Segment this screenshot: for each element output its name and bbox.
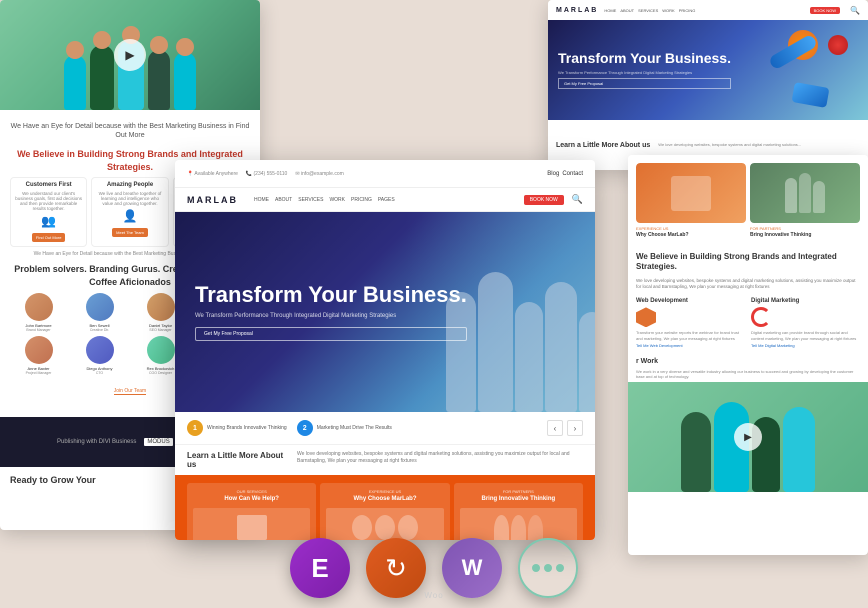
tr-book-btn[interactable]: BOOK NOW <box>810 7 840 14</box>
team-member-2: Ben Sewell Creative Dir. <box>71 293 128 332</box>
right-services: Web Development Transform your website r… <box>628 294 868 351</box>
tr-about-text: We love developing websites, bespoke sys… <box>658 142 801 147</box>
tr-search-icon[interactable]: 🔍 <box>850 6 860 15</box>
tr-hero-subtitle: We Transform Performance Through Integra… <box>558 70 731 75</box>
center-hero: Transform Your Business. We Transform Pe… <box>175 212 595 412</box>
tr-nav: MARLAB HOME ABOUT SERVICES WORK PRICING … <box>548 0 868 20</box>
dot-3 <box>556 564 564 572</box>
center-hero-btn[interactable]: Get My Free Proposal <box>195 327 467 341</box>
customers-icon: 👥 <box>15 214 82 228</box>
elementor-icon[interactable]: E <box>290 538 350 598</box>
people-icon: 👤 <box>96 209 163 223</box>
center-about: Learn a Little More About us We love dev… <box>175 445 595 475</box>
screenshot-top-right: MARLAB HOME ABOUT SERVICES WORK PRICING … <box>548 0 868 170</box>
dec-blue-rect <box>792 82 830 108</box>
team-member-5: Anne Baxter Project Manager <box>10 336 67 375</box>
screenshot-center: 📍 Available Anywhere 📞 (234) 555-0110 ✉ … <box>175 160 595 540</box>
left-hero-image: ▶ <box>0 0 260 110</box>
right-section-title: We Believe in Building Strong Brands and… <box>628 246 868 276</box>
center-numbers: 1 Winning Brands Innovative Thinking 2 M… <box>175 412 595 445</box>
tr-logo: MARLAB <box>556 7 598 14</box>
right-webdev: Web Development Transform your website r… <box>636 298 745 347</box>
find-out-more-btn[interactable]: Find Out More <box>32 233 66 242</box>
woo-label: Woo <box>424 591 443 600</box>
center-nav-links: HOME ABOUT SERVICES WORK PRICING PAGES <box>254 197 395 203</box>
right-play-btn[interactable]: ▶ <box>734 423 762 451</box>
team-member-6: Diego Anthony CTO <box>71 336 128 375</box>
num-item-2: 2 Marketing Must Drive The Results <box>297 420 392 436</box>
join-team-link[interactable]: Join Our Team <box>114 388 146 395</box>
footer-publishing-text: Publishing with DIVI Business <box>57 439 136 445</box>
team-member-1: John Bartmore Brand Manager <box>10 293 67 332</box>
left-card-customers: Customers First We understand our client… <box>10 177 87 247</box>
play-button[interactable]: ▶ <box>114 39 146 71</box>
tr-hero: Transform Your Business. We Transform Pe… <box>548 20 868 120</box>
tr-nav-links: HOME ABOUT SERVICES WORK PRICING <box>604 8 695 13</box>
center-about-title: Learn a Little More About us <box>187 451 287 469</box>
center-about-text: We love developing websites, bespoke sys… <box>297 451 583 465</box>
meet-team-btn[interactable]: Meet The Team <box>112 228 148 237</box>
right-card-1: EXPERIENCE US Why Choose MarLab? <box>636 163 746 238</box>
next-arrow[interactable]: › <box>567 420 583 436</box>
tr-decorations <box>768 30 848 110</box>
center-hero-subtitle: We Transform Performance Through Integra… <box>195 313 467 319</box>
dec-red-circle <box>828 35 848 55</box>
dots-container <box>532 564 564 572</box>
dot-2 <box>544 564 552 572</box>
left-card-people: Amazing People We live and breathe toget… <box>91 177 168 247</box>
update-symbol: ↻ <box>385 553 407 584</box>
more-icon[interactable] <box>518 538 578 598</box>
digmkt-link[interactable]: Tell Me Digital Marketing <box>751 343 860 348</box>
right-section-text: We love developing websites, bespoke sys… <box>628 276 868 295</box>
right-hero-image: ▶ <box>628 382 868 492</box>
center-logo: MARLAB <box>187 195 238 205</box>
center-search-icon[interactable]: 🔍 <box>572 194 583 205</box>
update-icon[interactable]: ↻ <box>366 538 426 598</box>
footer-logo: MODUS <box>144 438 172 445</box>
num-item-1: 1 Winning Brands Innovative Thinking <box>187 420 287 436</box>
center-book-btn[interactable]: BOOK NOW <box>524 195 564 205</box>
dot-1 <box>532 564 540 572</box>
center-main-nav: MARLAB HOME ABOUT SERVICES WORK PRICING … <box>175 188 595 212</box>
tr-about-title: Learn a Little More About us <box>556 142 650 149</box>
center-social-links: Blog Contact <box>547 171 583 177</box>
tr-hero-title: Transform Your Business. <box>558 51 731 66</box>
webdev-link[interactable]: Tell Me Web Development <box>636 343 745 348</box>
woo-icon[interactable]: W <box>442 538 502 598</box>
canvas: ▶ We Have an Eye for Detail because with… <box>0 0 868 608</box>
center-nav-arrows: ‹ › <box>547 420 583 436</box>
right-digmkt: Digital Marketing Digital marketing can … <box>751 298 860 347</box>
center-hero-title: Transform Your Business. <box>195 283 467 307</box>
tr-hero-btn[interactable]: Get My Free Proposal <box>558 78 731 89</box>
elementor-symbol: E <box>311 553 328 584</box>
right-work-section: r Work We work in a very diverse and ver… <box>628 352 868 382</box>
right-card-2: FOR PARTNERS Bring Innovative Thinking <box>750 163 860 238</box>
prev-arrow[interactable]: ‹ <box>547 420 563 436</box>
screenshot-right: EXPERIENCE US Why Choose MarLab? FOR PAR… <box>628 155 868 555</box>
woo-symbol: W <box>462 555 483 581</box>
left-tagline: We Have an Eye for Detail because with t… <box>10 122 250 140</box>
right-cards: EXPERIENCE US Why Choose MarLab? FOR PAR… <box>628 155 868 246</box>
center-nav: 📍 Available Anywhere 📞 (234) 555-0110 ✉ … <box>175 160 595 188</box>
